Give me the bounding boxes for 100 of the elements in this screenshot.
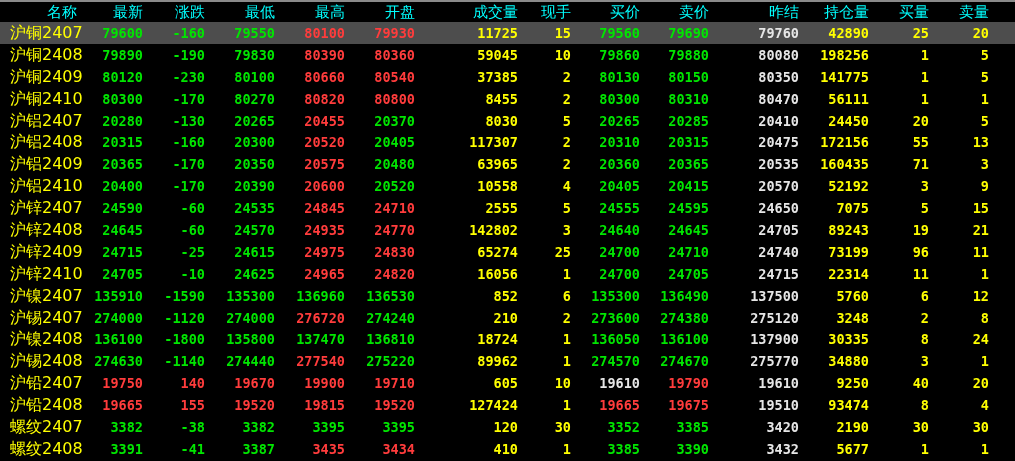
column-header[interactable]: 卖价 [643,2,712,22]
table-cell-text: 12 [971,286,990,306]
table-cell-text: -160 [171,133,206,153]
table-cell-text: 24710 [667,242,710,262]
column-header[interactable]: 最新 [80,2,146,22]
table-cell-text: 9 [979,177,990,197]
table-cell-text: 20265 [233,111,276,131]
table-cell-text: 80270 [233,89,276,109]
table-cell-text: 275770 [749,352,800,372]
table-cell-text: 273600 [590,308,641,328]
table-row[interactable]: 沪锌2410 24705 -10 24625 24965 24820 16056 1 24700 24705 24715 22314 11 1 [0,262,1015,285]
table-cell-text: 2 [561,67,572,87]
table-cell-text: 80360 [373,45,416,65]
table-cell-text: 160435 [819,155,870,175]
table-cell-text: 79600 [101,23,144,43]
table-cell-text: 172156 [819,133,870,153]
column-header[interactable]: 开盘 [348,2,418,22]
table-cell-text: 56111 [827,89,870,109]
table-cell-text: 24740 [757,242,800,262]
table-row[interactable]: 沪铜2407 79600 -160 79550 80100 79930 11725 15 79560 79690 79760 42890 25 20 [0,22,1015,44]
table-row[interactable]: 沪铜2408 79890 -190 79830 80390 80360 59045 10 79860 79880 80080 198256 1 5 [0,43,1015,66]
table-cell-text: 20 [971,374,990,394]
table-cell-text: 20370 [373,111,416,131]
table-cell-text: 1 [979,439,990,459]
table-row[interactable]: 沪铅2408 19665 155 19520 19815 19520 127424 1 19665 19675 19510 93474 8 4 [0,394,1015,417]
table-cell-text: 2 [561,308,572,328]
table-cell-text: 63965 [476,155,519,175]
table-cell-text: 136490 [659,286,710,306]
table-cell-text: 1 [561,396,572,416]
column-header[interactable]: 买量 [872,2,932,22]
table-cell-text: 1 [561,439,572,459]
table-cell-text: 80100 [233,67,276,87]
column-header[interactable]: 涨跌 [146,2,208,22]
column-header[interactable]: 成交量 [418,2,521,22]
table-row[interactable]: 沪铝2409 20365 -170 20350 20575 20480 63965 2 20360 20365 20535 160435 71 3 [0,153,1015,176]
table-cell-text: 19510 [757,396,800,416]
table-cell-text: 3390 [675,439,710,459]
table-cell-text: 24645 [101,220,144,240]
table-cell-text: 40 [911,374,930,394]
table-cell-text: 25 [911,23,930,43]
table-cell-text: 20405 [598,177,641,197]
table-cell-text: 3395 [381,417,416,437]
column-header[interactable]: 现手 [521,2,574,22]
table-cell-text: 24935 [303,220,346,240]
table-cell-text: 24450 [827,111,870,131]
table-cell-text: 24615 [233,242,276,262]
table-cell-text: 141775 [819,67,870,87]
table-cell-text: 137500 [749,286,800,306]
table-row[interactable]: 螺纹2408 3391 -41 3387 3435 3434 410 1 3385 3390 3432 5677 1 1 [0,437,1015,460]
table-cell-text: 3387 [241,439,276,459]
table-row[interactable]: 沪镍2407 135910 -1590 135300 136960 136530 852 6 135300 136490 137500 5760 6 12 [0,284,1015,307]
table-cell-text: 155 [179,396,206,416]
table-cell-text: 沪铝2409 [9,154,80,175]
table-cell-text: 274670 [659,352,710,372]
table-cell-text: 5 [979,111,990,131]
table-cell-text: 79860 [598,45,641,65]
table-row[interactable]: 螺纹2407 3382 -38 3382 3395 3395 120 30 3352 3385 3420 2190 30 30 [0,416,1015,438]
table-row[interactable]: 沪锡2407 274000 -1120 274000 276720 274240 210 2 273600 274380 275120 3248 2 8 [0,306,1015,329]
column-header[interactable]: 买价 [574,2,643,22]
table-row[interactable]: 沪铅2407 19750 140 19670 19900 19710 605 10 19610 19790 19610 9250 40 20 [0,372,1015,395]
table-cell-text: 3395 [311,417,346,437]
column-header[interactable]: 最低 [208,2,278,22]
table-cell-text: 275220 [365,352,416,372]
table-row[interactable]: 沪铝2408 20315 -160 20300 20520 20405 117307 2 20310 20315 20475 172156 55 13 [0,131,1015,154]
table-cell-text: 15 [971,199,990,219]
table-cell-text: 79690 [667,23,710,43]
column-header[interactable]: 昨结 [712,2,802,22]
table-cell-text: 21 [971,220,990,240]
table-cell-text: 93474 [827,396,870,416]
column-header[interactable]: 卖量 [932,2,992,22]
table-cell-text: 80300 [598,89,641,109]
table-cell-text: 30 [553,417,572,437]
table-row[interactable]: 沪锌2409 24715 -25 24615 24975 24830 65274 25 24700 24710 24740 73199 96 11 [0,240,1015,263]
table-cell-text: 80150 [667,67,710,87]
table-cell-text: 410 [492,439,519,459]
table-cell-text: 沪锌2407 [9,198,80,219]
table-cell-text: -60 [179,199,206,219]
table-row[interactable]: 沪铜2409 80120 -230 80100 80660 80540 37385 2 80130 80150 80350 141775 1 5 [0,65,1015,88]
table-row[interactable]: 沪铝2407 20280 -130 20265 20455 20370 8030 5 20265 20285 20410 24450 20 5 [0,109,1015,132]
table-cell-text: 20405 [373,133,416,153]
table-cell-text: 20310 [598,133,641,153]
table-cell-text: 2190 [835,417,870,437]
table-row[interactable]: 沪镍2408 136100 -1800 135800 137470 136810 18724 1 136050 136100 137900 30335 8 24 [0,328,1015,351]
table-row[interactable]: 沪锡2408 274630 -1140 274440 277540 275220 89962 1 274570 274670 275770 34880 3 1 [0,350,1015,373]
table-cell-text: 24650 [757,199,800,219]
table-cell-text: 2 [561,133,572,153]
table-cell-text: 20280 [101,111,144,131]
table-row[interactable]: 沪锌2408 24645 -60 24570 24935 24770 142802 3 24640 24645 24705 89243 19 21 [0,219,1015,241]
column-header[interactable]: 最高 [278,2,348,22]
column-header[interactable]: 名称 [0,2,80,22]
table-row[interactable]: 沪铝2410 20400 -170 20390 20600 20520 10558 4 20405 20415 20570 52192 3 9 [0,175,1015,198]
table-cell-text: 24700 [598,242,641,262]
table-row[interactable]: 沪锌2407 24590 -60 24535 24845 24710 2555 5 24555 24595 24650 7075 5 15 [0,197,1015,219]
table-cell-text: 13 [971,133,990,153]
table-cell-text: 24705 [757,220,800,240]
column-header[interactable]: 持仓量 [802,2,872,22]
table-cell-text: -1120 [163,308,206,328]
table-cell-text: 79890 [101,45,144,65]
table-cell-text: -170 [171,177,206,197]
table-row[interactable]: 沪铜2410 80300 -170 80270 80820 80800 8455 2 80300 80310 80470 56111 1 1 [0,87,1015,110]
